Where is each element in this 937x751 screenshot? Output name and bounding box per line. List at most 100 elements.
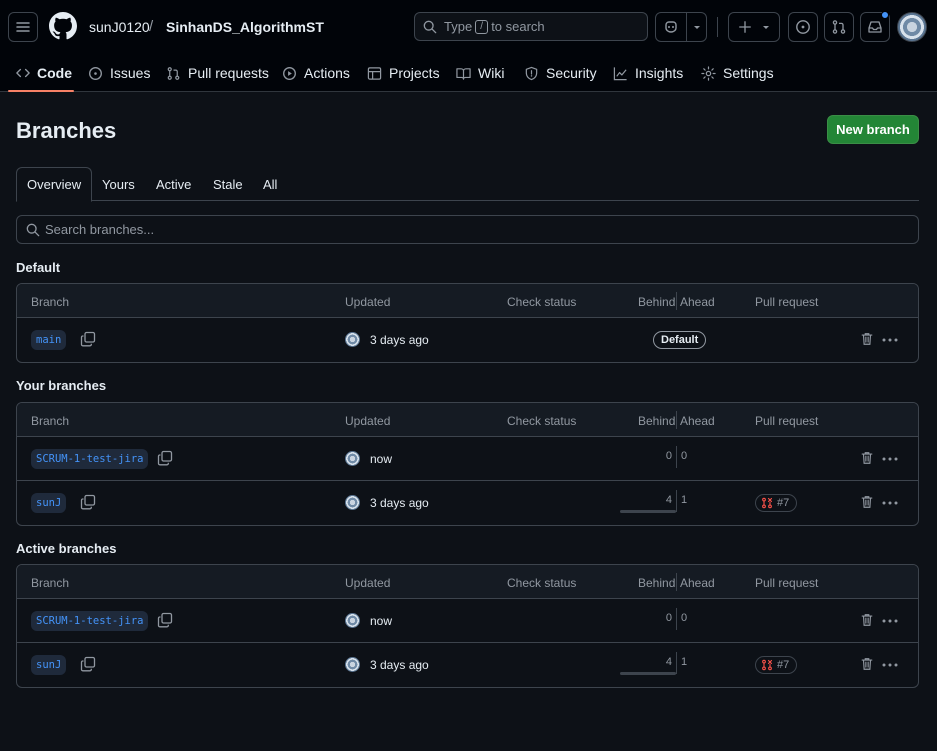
- page-title: Branches: [16, 118, 117, 143]
- tab-issues-label: Issues: [110, 65, 151, 81]
- table-header: Branch Updated Check status Behind Ahead…: [17, 403, 918, 437]
- branch-search-input[interactable]: Search branches...: [16, 215, 919, 244]
- github-logo-icon[interactable]: [49, 12, 77, 40]
- global-search-input[interactable]: Type / to search: [414, 12, 648, 41]
- tab-settings[interactable]: Settings: [701, 54, 774, 92]
- table-row: sunJ 3 days ago 4 1 #7: [17, 643, 918, 687]
- more-options-icon[interactable]: [882, 663, 898, 667]
- avatar: [345, 495, 360, 510]
- more-options-icon[interactable]: [882, 457, 898, 461]
- table-row: main 3 days ago Default: [17, 318, 918, 362]
- chevron-down-icon[interactable]: [692, 22, 702, 32]
- copy-icon[interactable]: [80, 494, 96, 510]
- pull-request-closed-icon: [762, 659, 773, 671]
- col-ahead: Ahead: [680, 295, 715, 309]
- col-behind: Behind: [638, 576, 676, 590]
- tab-issues[interactable]: Issues: [88, 54, 150, 92]
- branch-name-link[interactable]: sunJ: [31, 493, 67, 513]
- trash-icon[interactable]: [860, 451, 874, 465]
- more-options-icon[interactable]: [882, 619, 898, 623]
- tab-stale[interactable]: Stale: [213, 167, 243, 201]
- active-tab-indicator: [8, 90, 74, 92]
- copy-icon[interactable]: [80, 331, 96, 347]
- tab-code[interactable]: Code: [16, 54, 72, 92]
- chevron-down-icon: [763, 26, 769, 29]
- shield-icon: [525, 66, 538, 80]
- branch-name-link[interactable]: sunJ: [31, 655, 67, 675]
- trash-icon[interactable]: [860, 495, 874, 509]
- book-icon: [456, 67, 471, 80]
- tab-actions[interactable]: Actions: [282, 54, 350, 92]
- trash-icon[interactable]: [860, 332, 874, 346]
- more-options-icon[interactable]: [882, 501, 898, 505]
- tab-actions-label: Actions: [304, 65, 350, 81]
- notification-indicator: [881, 11, 889, 19]
- col-behind: Behind: [638, 414, 676, 428]
- behind-count: 0: [665, 450, 672, 462]
- branch-name-link[interactable]: main: [31, 330, 67, 350]
- trash-icon[interactable]: [860, 613, 874, 627]
- copy-icon[interactable]: [80, 656, 96, 672]
- behind-bar: [620, 510, 676, 513]
- tab-wiki-label: Wiki: [478, 65, 505, 81]
- breadcrumb-repo[interactable]: SinhanDS_AlgorithmST: [166, 19, 324, 35]
- col-branch: Branch: [31, 295, 70, 309]
- menu-button[interactable]: [8, 12, 38, 42]
- ahead-count: 0: [681, 450, 688, 462]
- tab-all[interactable]: All: [263, 167, 277, 201]
- behind-count: 4: [665, 494, 672, 506]
- new-branch-button[interactable]: New branch: [827, 115, 919, 144]
- tab-security[interactable]: Security: [524, 54, 597, 92]
- col-pull-request: Pull request: [755, 295, 819, 309]
- repo-nav: Code Issues Pull requests Actions Projec…: [0, 54, 937, 92]
- table-row: SCRUM-1-test-jira now 0 0: [17, 599, 918, 643]
- breadcrumb-owner[interactable]: sunJ0120: [89, 19, 150, 35]
- tab-active[interactable]: Active: [156, 167, 191, 201]
- table-header: Branch Updated Check status Behind Ahead…: [17, 565, 918, 599]
- col-branch: Branch: [31, 576, 70, 590]
- global-bar: sunJ0120 / SinhanDS_AlgorithmST Type / t…: [0, 0, 937, 54]
- your-issues-button[interactable]: [788, 12, 818, 42]
- tab-overview[interactable]: Overview: [16, 167, 93, 202]
- your-pull-requests-button[interactable]: [824, 12, 854, 42]
- branch-name-link[interactable]: SCRUM-1-test-jira: [31, 449, 149, 469]
- active-branches-table: Branch Updated Check status Behind Ahead…: [16, 564, 919, 688]
- pull-request-icon: [167, 66, 180, 80]
- copy-icon[interactable]: [157, 612, 173, 628]
- tab-insights[interactable]: Insights: [613, 54, 683, 92]
- copilot-icon: [665, 21, 677, 33]
- behind-count: 0: [665, 612, 672, 624]
- default-branches-table: Branch Updated Check status Behind Ahead…: [16, 283, 919, 363]
- col-updated: Updated: [345, 295, 391, 309]
- tab-pull-requests[interactable]: Pull requests: [166, 54, 269, 92]
- col-pull-request: Pull request: [755, 576, 819, 590]
- pull-request-badge[interactable]: #7: [755, 494, 798, 512]
- col-ahead: Ahead: [680, 414, 715, 428]
- avatar: [345, 451, 360, 466]
- trash-icon[interactable]: [860, 657, 874, 671]
- copy-icon[interactable]: [157, 450, 173, 466]
- copilot-button[interactable]: [655, 12, 707, 42]
- table-header: Branch Updated Check status Behind Ahead…: [17, 284, 918, 318]
- pull-request-badge[interactable]: #7: [755, 656, 798, 674]
- create-new-button[interactable]: [728, 12, 780, 42]
- more-options-icon[interactable]: [882, 338, 898, 342]
- avatar: [345, 657, 360, 672]
- search-icon: [26, 223, 40, 237]
- tab-projects[interactable]: Projects: [367, 54, 440, 92]
- col-check-status: Check status: [507, 576, 577, 590]
- pull-request-number: #7: [777, 659, 790, 671]
- updated-time: now: [370, 452, 393, 466]
- col-check-status: Check status: [507, 414, 577, 428]
- col-branch: Branch: [31, 414, 70, 428]
- code-icon: [16, 68, 30, 78]
- col-pull-request: Pull request: [755, 414, 819, 428]
- tab-wiki[interactable]: Wiki: [456, 54, 504, 92]
- breadcrumb-separator: /: [149, 18, 154, 35]
- pull-request-icon: [832, 20, 846, 34]
- ahead-count: 0: [681, 612, 688, 624]
- branch-name-link[interactable]: SCRUM-1-test-jira: [31, 611, 149, 631]
- tab-yours[interactable]: Yours: [102, 167, 135, 201]
- user-avatar[interactable]: [897, 12, 927, 42]
- pull-request-closed-icon: [762, 497, 773, 509]
